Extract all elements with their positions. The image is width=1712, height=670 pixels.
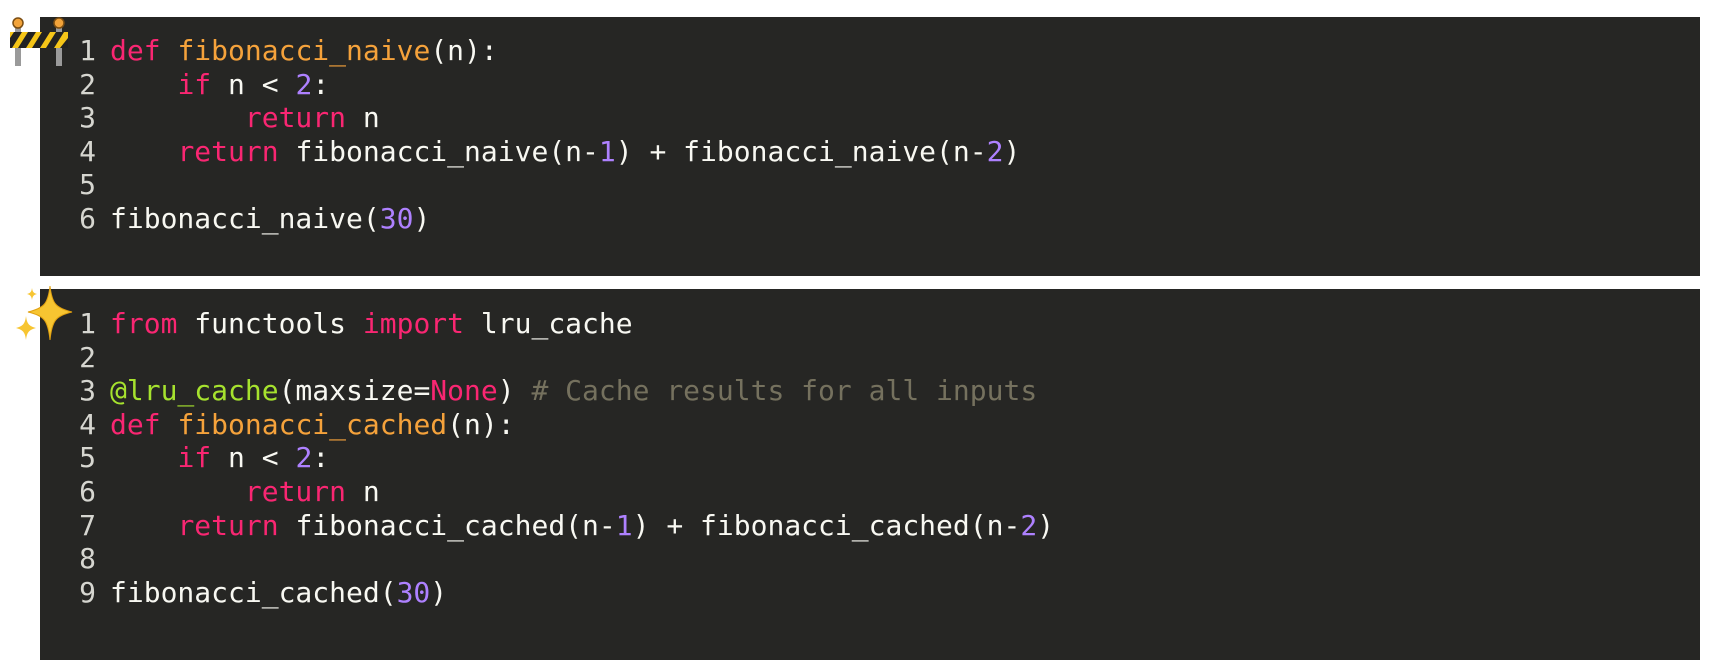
code-text: ) [430, 575, 448, 609]
line-number: 6 [79, 475, 96, 508]
code-number: 2 [295, 441, 313, 475]
code-text: fibonacci_cached(n- [278, 508, 616, 542]
code-text: ) [1003, 134, 1021, 168]
code-text: ) [497, 374, 532, 408]
code-keyword: return [244, 101, 347, 135]
code-number: 2 [986, 134, 1004, 168]
code-text: (maxsize= [278, 374, 431, 408]
code-line: 8 [40, 541, 110, 577]
code-text: ) [413, 202, 431, 235]
code-number: 2 [1020, 508, 1038, 542]
code-decorator: @lru_cache [110, 374, 279, 408]
code-line: 3 return n [40, 100, 380, 136]
code-line: 2 if n < 2: [40, 67, 329, 103]
code-text: n [346, 101, 380, 135]
code-keyword: return [177, 508, 279, 542]
code-text: : [312, 441, 330, 475]
code-line: 1 def fibonacci_naive(n): [40, 33, 498, 69]
line-number: 4 [79, 407, 96, 441]
code-line: 9 fibonacci_cached(30) [40, 575, 447, 611]
code-comment: # Cache results for all inputs [531, 374, 1038, 408]
line-number: 3 [79, 101, 96, 135]
sparkles-icon [16, 285, 73, 341]
code-text: fibonacci_cached( [110, 575, 397, 609]
code-keyword: if [177, 441, 212, 475]
code-keyword: None [430, 374, 498, 408]
code-line: 6 fibonacci_naive(30) [40, 201, 430, 237]
code-text: (n): [430, 34, 498, 67]
construction-barrier-icon [10, 17, 68, 66]
code-keyword: return [244, 475, 347, 508]
code-number: 2 [295, 67, 313, 101]
code-text: n < [211, 67, 296, 101]
code-text: fibonacci_naive(n- [278, 134, 599, 168]
line-number: 3 [79, 374, 96, 408]
code-function-name: fibonacci_naive [177, 34, 431, 67]
code-text: : [312, 67, 330, 101]
code-number: 1 [598, 134, 616, 168]
code-keyword: return [177, 134, 279, 168]
code-line: 3 @lru_cache(maxsize=None) # Cache result… [40, 373, 1037, 409]
code-text: (n): [447, 407, 515, 441]
code-number: 1 [615, 508, 633, 542]
code-line: 6 return n [40, 474, 380, 510]
code-line: 1 from functools import lru_cache [40, 306, 633, 342]
code-text: ) [1037, 508, 1055, 542]
code-line: 4 return fibonacci_naive(n-1) + fibonacc… [40, 134, 1020, 170]
code-text: ) + fibonacci_naive(n- [615, 134, 987, 168]
code-keyword: import [362, 307, 465, 340]
line-number: 8 [79, 542, 96, 576]
code-text: fibonacci_naive( [110, 202, 380, 235]
code-text: functools [177, 307, 363, 340]
code-keyword: if [177, 67, 212, 101]
code-text: n < [211, 441, 296, 475]
line-number: 4 [79, 134, 96, 168]
code-text: lru_cache [464, 307, 633, 340]
code-line: 4 def fibonacci_cached(n): [40, 407, 515, 443]
code-keyword: def [110, 34, 178, 67]
code-keyword: from [110, 307, 178, 340]
line-number: 6 [79, 202, 96, 235]
code-keyword: def [110, 407, 178, 441]
code-text: n [346, 475, 380, 508]
code-number: 30 [379, 202, 414, 235]
code-line: 5 if n < 2: [40, 440, 329, 476]
code-number: 30 [396, 575, 431, 609]
line-number: 5 [79, 441, 96, 475]
code-text: ) + fibonacci_cached(n- [632, 508, 1021, 542]
line-number: 5 [79, 168, 96, 202]
code-block-cached: 1 from functools import lru_cache 2 3 @lru_c… [40, 289, 1700, 660]
line-number: 7 [79, 508, 96, 542]
line-number: 9 [79, 575, 96, 609]
code-line: 5 [40, 167, 110, 203]
code-block-naive: 1 def fibonacci_naive(n): 2 if n < 2: 3 ret… [40, 17, 1700, 276]
code-function-name: fibonacci_cached [177, 407, 448, 441]
code-line: 7 return fibonacci_cached(n-1) + fibonac… [40, 508, 1054, 544]
